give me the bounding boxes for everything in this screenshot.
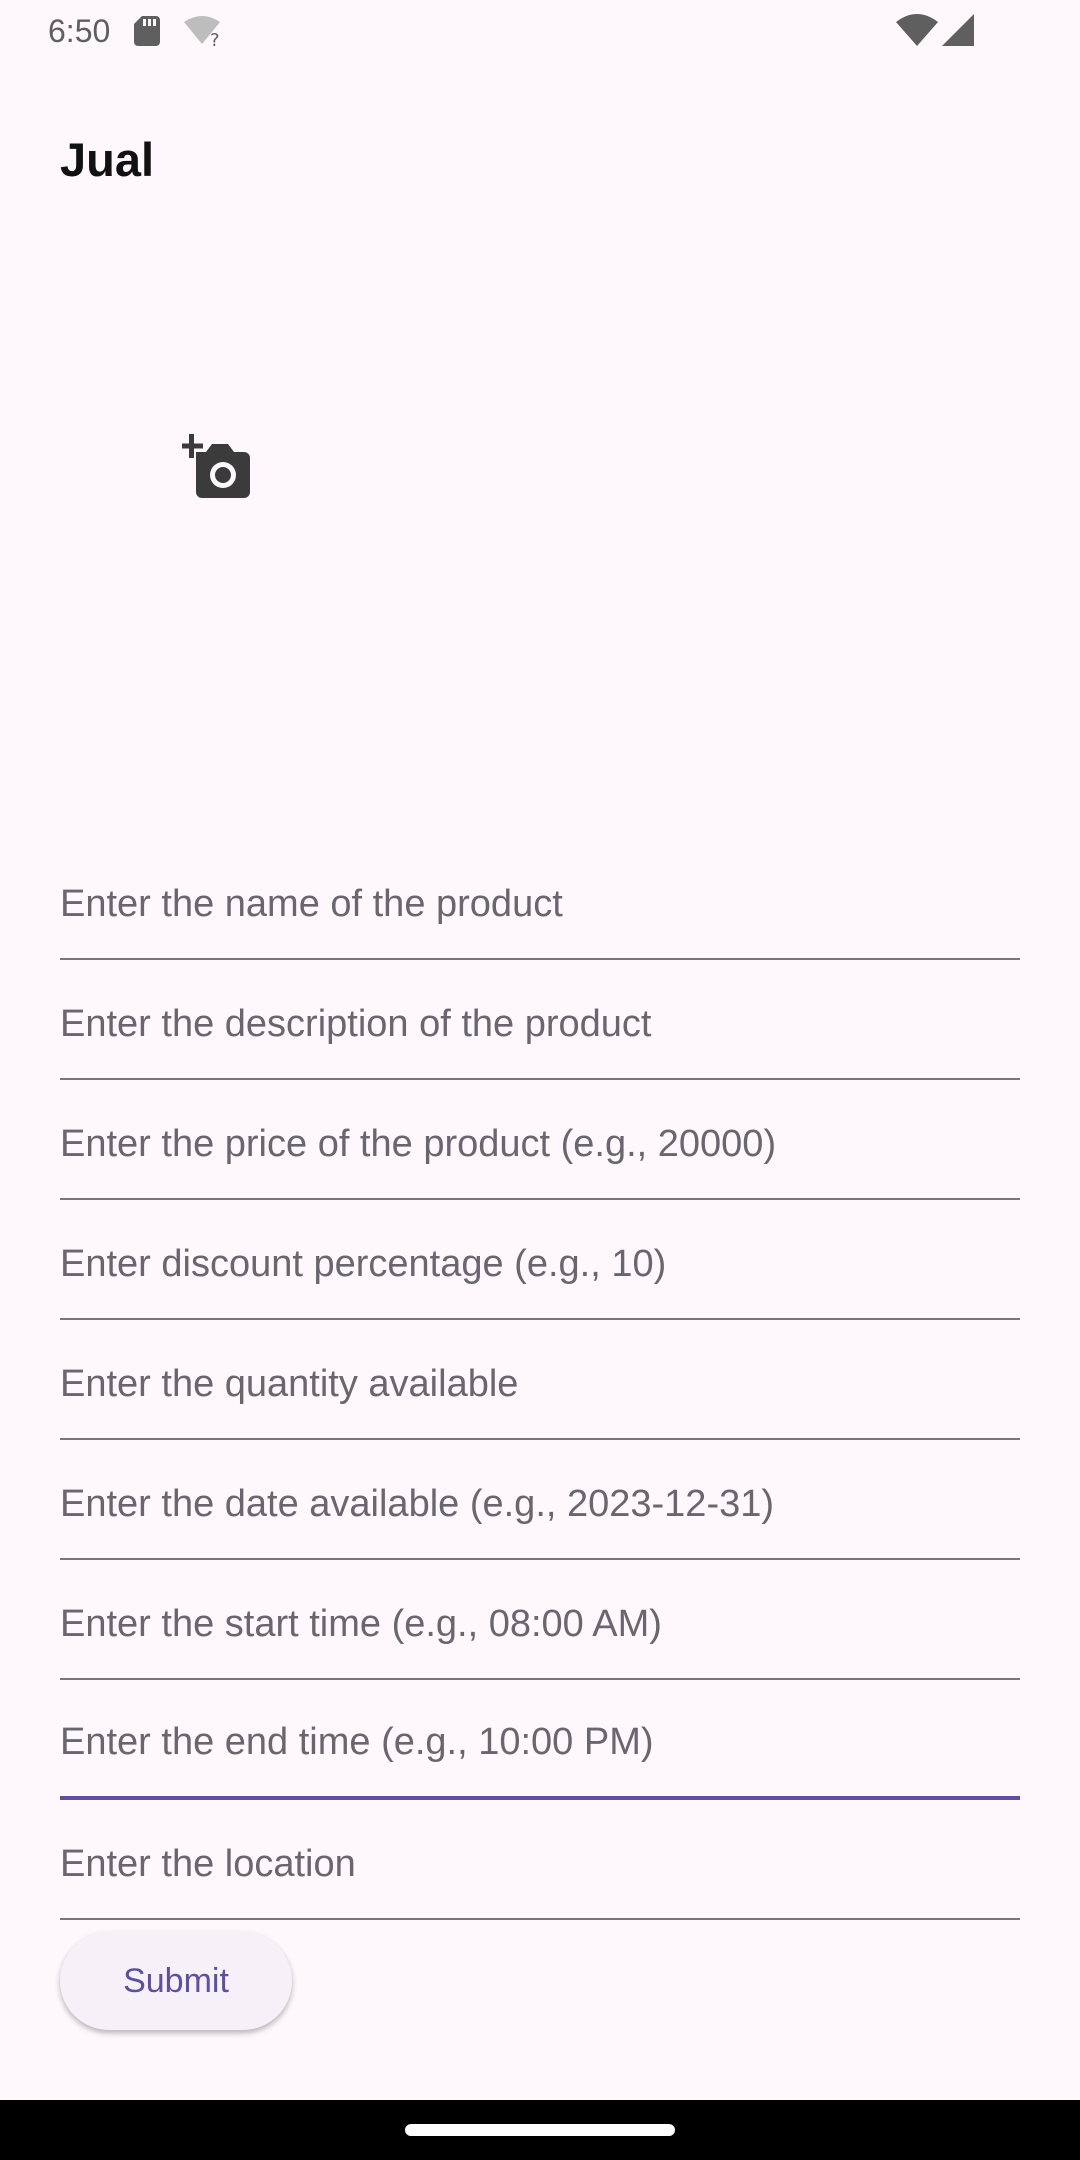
date-available-input[interactable] [60,1476,1020,1532]
end-time-input[interactable] [60,1714,1020,1770]
product-description-input[interactable] [60,996,1020,1052]
location-input[interactable] [60,1836,1020,1892]
home-gesture-handle[interactable] [405,2124,675,2136]
system-navigation-bar [0,2100,1080,2160]
location-field[interactable] [60,1800,1020,1920]
cell-signal-icon [942,14,974,46]
end-time-field[interactable] [60,1680,1020,1800]
product-price-input[interactable] [60,1116,1020,1172]
quantity-available-input[interactable] [60,1356,1020,1412]
page-title: Jual [60,133,155,186]
product-description-field[interactable] [60,960,1020,1080]
product-name-input[interactable] [60,876,1020,932]
wifi-signal-icon [896,14,938,46]
add-a-photo-icon [180,434,250,498]
add-photo-button[interactable] [180,434,254,500]
status-time: 6:50 [48,13,111,49]
product-price-field[interactable] [60,1080,1020,1200]
sd-card-icon [134,16,160,46]
discount-percentage-field[interactable] [60,1200,1020,1320]
date-available-field[interactable] [60,1440,1020,1560]
wifi-unknown-icon: ? [184,16,220,46]
status-bar: 6:50 ? [0,0,1080,62]
submit-button[interactable]: Submit [60,1932,292,2030]
start-time-input[interactable] [60,1596,1020,1652]
svg-text:?: ? [210,30,220,46]
product-name-field[interactable] [60,840,1020,960]
start-time-field[interactable] [60,1560,1020,1680]
quantity-available-field[interactable] [60,1320,1020,1440]
discount-percentage-input[interactable] [60,1236,1020,1292]
